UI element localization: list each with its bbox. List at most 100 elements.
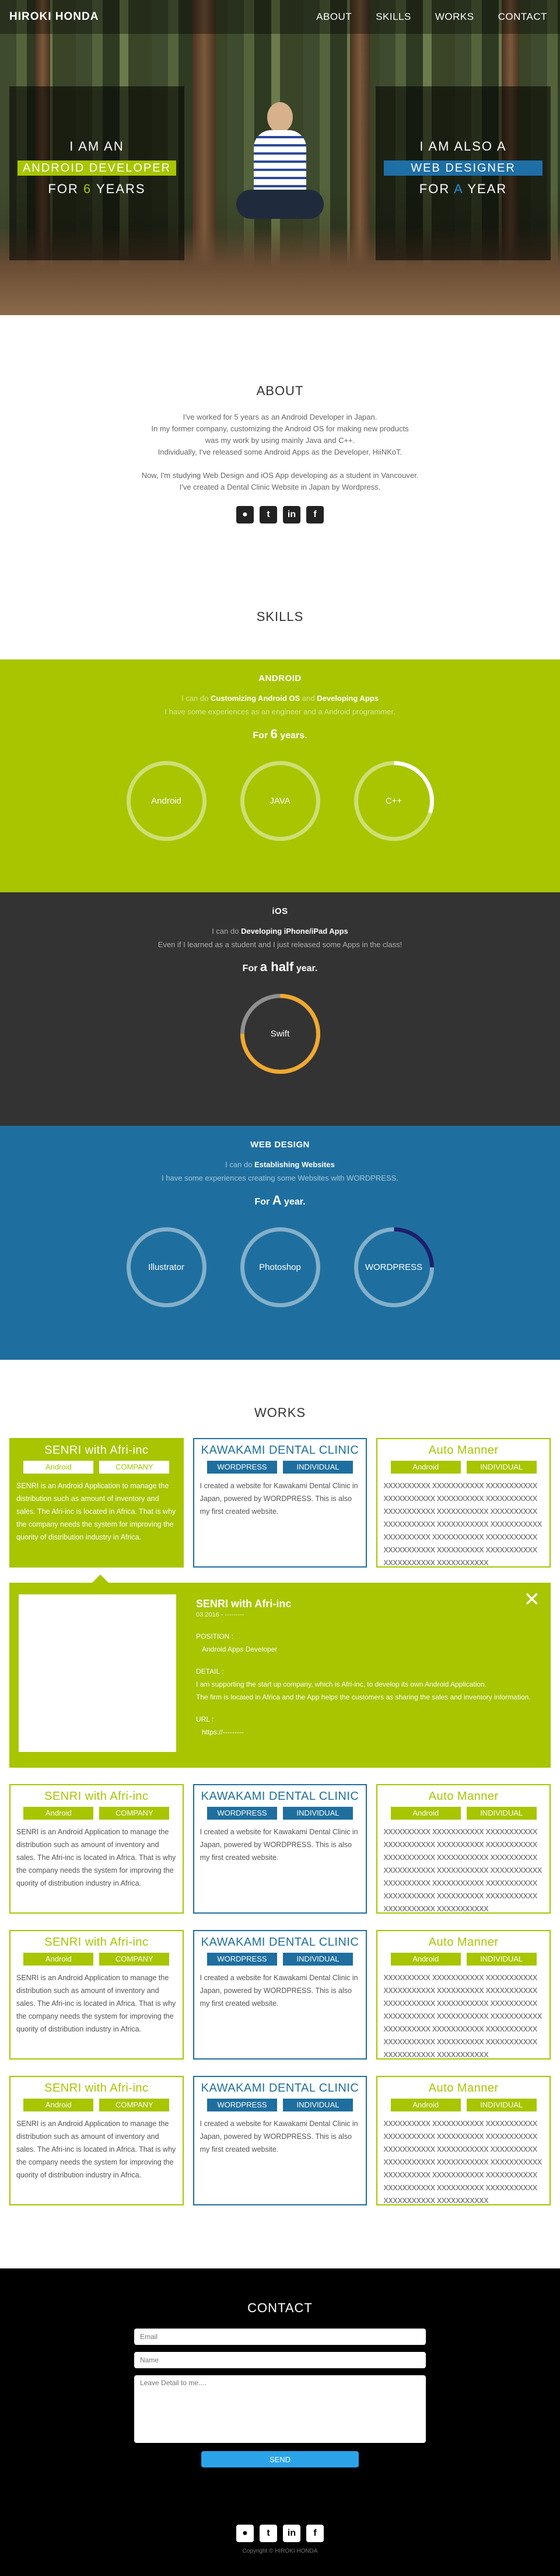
skill-circle: Android [124, 758, 209, 844]
work-card-kawakami[interactable]: KAWAKAMI DENTAL CLINIC WORDPRESS INDIVIDU… [192, 1930, 368, 2060]
work-card-kawakami[interactable]: KAWAKAMI DENTAL CLINIC WORDPRESS INDIVIDU… [192, 2076, 368, 2205]
work-tag: INDIVIDUAL [283, 1953, 353, 1966]
message-field[interactable] [134, 2375, 426, 2443]
skill-circles: Illustrator Photoshop WORDPRESS [0, 1224, 560, 1310]
work-tag: WORDPRESS [207, 1807, 277, 1820]
detail-url-link[interactable]: https://--------- [196, 1728, 531, 1736]
detail-text: The firm is located in Africa and the Ap… [196, 1693, 531, 1701]
skill-title: ANDROID [258, 673, 302, 683]
hero-panel-web: I AM ALSO A WEB DESIGNER FOR A YEAR [376, 86, 551, 260]
skill-web: WEB DESIGN I can do Establishing Website… [0, 1126, 560, 1360]
about-section: ABOUT I've worked for 5 years as an Andr… [0, 315, 560, 596]
send-button[interactable]: SEND [201, 2451, 359, 2467]
skill-circle: C++ [351, 758, 437, 844]
work-card-senri[interactable]: SENRI with Afri-inc Android COMPANY SENRI… [9, 1930, 184, 2060]
work-card-senri[interactable]: SENRI with Afri-inc Android COMPANY SENRI… [9, 2076, 184, 2205]
detail-position: Android Apps Developer [202, 1645, 278, 1653]
work-card-auto-manner[interactable]: Auto Manner Android INDIVIDUAL XXXXXXXXXX… [376, 1930, 551, 2060]
work-title: SENRI with Afri-inc [44, 1936, 149, 1949]
hero-panel-android: I AM AN ANDROID DEVELOPER FOR 6 YEARS [9, 86, 184, 260]
work-title: Auto Manner [428, 1790, 499, 1803]
linkedin-icon[interactable]: in [283, 2525, 300, 2542]
work-tag: Android [390, 1953, 461, 1966]
skill-circle: Illustrator [124, 1224, 209, 1310]
hero-line: I AM ALSO A [419, 139, 507, 153]
work-detail-panel: SENRI with Afri-inc 03.2016 - --------- … [9, 1575, 551, 1768]
skill-title: iOS [272, 906, 288, 916]
work-tag: Android [23, 1461, 94, 1474]
hero-line: I AM AN [69, 139, 124, 153]
meditating-person-photo [236, 102, 324, 225]
twitter-icon[interactable]: t [260, 2525, 277, 2542]
work-desc: SENRI is an Android Application to manag… [16, 1482, 176, 1541]
work-card-auto-manner[interactable]: Auto Manner Android INDIVIDUAL XXXXXXXXXX… [376, 1438, 551, 1568]
skill-circles: Swift [0, 991, 560, 1077]
nav-item-works[interactable]: WORKS [435, 11, 474, 23]
close-icon[interactable]: ✕ [524, 1590, 541, 1610]
work-card-kawakami[interactable]: KAWAKAMI DENTAL CLINIC WORDPRESS INDIVIDU… [192, 1784, 368, 1914]
work-tag: Android [390, 2099, 461, 2111]
github-icon[interactable]: ● [236, 506, 254, 523]
work-desc: SENRI is an Android Application to manag… [16, 1974, 176, 2033]
skill-circle-label: Photoshop [259, 1262, 301, 1272]
github-icon[interactable]: ● [236, 2525, 254, 2542]
social-links: ● t in f [0, 506, 560, 523]
hero-tag-web: WEB DESIGNER [384, 160, 542, 176]
work-tag: COMPANY [99, 1953, 170, 1966]
detail-title: SENRI with Afri-inc [196, 1598, 292, 1610]
nav-item-about[interactable]: ABOUT [316, 11, 352, 23]
facebook-icon[interactable]: f [306, 2525, 324, 2542]
skill-android: ANDROID I can do Customizing Android OS … [0, 659, 560, 892]
skill-cando: I can do Developing iPhone/iPad Apps [212, 927, 348, 936]
work-tag: Android [23, 1807, 94, 1820]
nav-item-skills[interactable]: SKILLS [376, 11, 411, 23]
work-title: KAWAKAMI DENTAL CLINIC [201, 1790, 359, 1803]
detail-date: 03.2016 - --------- [196, 1611, 244, 1618]
detail-detail-label: DETAIL : [196, 1667, 224, 1676]
work-card-kawakami[interactable]: KAWAKAMI DENTAL CLINIC WORDPRESS INDIVIDU… [192, 1438, 368, 1568]
work-tag: COMPANY [99, 1461, 170, 1474]
work-title: Auto Manner [428, 1936, 499, 1949]
hero-tag-android: ANDROID DEVELOPER [18, 160, 176, 176]
work-desc: SENRI is an Android Application to manag… [16, 2120, 176, 2179]
skill-circle: Swift [237, 991, 323, 1077]
linkedin-icon[interactable]: in [283, 506, 300, 523]
skill-circle: WORDPRESS [351, 1224, 437, 1310]
name-field[interactable] [134, 2352, 426, 2368]
work-title: KAWAKAMI DENTAL CLINIC [201, 2082, 359, 2095]
twitter-icon[interactable]: t [260, 506, 277, 523]
work-title: Auto Manner [428, 1444, 499, 1457]
works-section: WORKS SENRI with Afri-inc Android COMPANY… [0, 1360, 560, 2268]
work-tag: INDIVIDUAL [283, 1807, 353, 1820]
contact-section: CONTACT SEND ● t in f Copyright © HIROKI… [0, 2268, 560, 2576]
work-card-senri[interactable]: SENRI with Afri-inc Android COMPANY SENRI… [9, 1438, 184, 1568]
nav-item-contact[interactable]: CONTACT [498, 11, 547, 23]
work-desc: XXXXXXXXXX XXXXXXXXXXX XXXXXXXXXXX XXXXX… [383, 1828, 542, 1913]
skill-circle-label: Illustrator [148, 1262, 184, 1272]
work-desc: XXXXXXXXXX XXXXXXXXXXX XXXXXXXXXXX XXXXX… [383, 1482, 542, 1567]
work-desc: I created a website for Kawakami Dental … [200, 1828, 358, 1862]
work-desc: I created a website for Kawakami Dental … [200, 1482, 358, 1516]
skill-experience: Even if I learned as a student and I jus… [158, 940, 402, 949]
skill-circle: Photoshop [237, 1224, 323, 1310]
skills-header: SKILLS [0, 596, 560, 659]
skill-circle-label: WORDPRESS [365, 1262, 423, 1272]
work-desc: XXXXXXXXXX XXXXXXXXXXX XXXXXXXXXXX XXXXX… [383, 1974, 542, 2059]
work-title: KAWAKAMI DENTAL CLINIC [201, 1936, 359, 1949]
work-card-senri[interactable]: SENRI with Afri-inc Android COMPANY SENRI… [9, 1784, 184, 1914]
brand-logo[interactable]: HIROKI HONDA [9, 11, 99, 23]
work-card-auto-manner[interactable]: Auto Manner Android INDIVIDUAL XXXXXXXXXX… [376, 1784, 551, 1914]
work-desc: I created a website for Kawakami Dental … [200, 2120, 358, 2153]
works-row: SENRI with Afri-inc Android COMPANY SENRI… [0, 2076, 560, 2205]
work-desc: SENRI is an Android Application to manag… [16, 1828, 176, 1887]
email-field[interactable] [134, 2329, 426, 2345]
skill-cando: I can do Establishing Websites [225, 1160, 335, 1169]
works-row: SENRI with Afri-inc Android COMPANY SENRI… [0, 1438, 560, 1568]
work-card-auto-manner[interactable]: Auto Manner Android INDIVIDUAL XXXXXXXXXX… [376, 2076, 551, 2205]
work-tag: INDIVIDUAL [466, 1807, 537, 1820]
nav-menu: ABOUT SKILLS WORKS CONTACT [292, 11, 547, 23]
skill-experience: I have some experiences as an engineer a… [164, 707, 396, 716]
skill-circle-label: C++ [385, 796, 402, 806]
detail-text: I am supporting the start up company, wh… [196, 1680, 487, 1688]
facebook-icon[interactable]: f [306, 506, 324, 523]
